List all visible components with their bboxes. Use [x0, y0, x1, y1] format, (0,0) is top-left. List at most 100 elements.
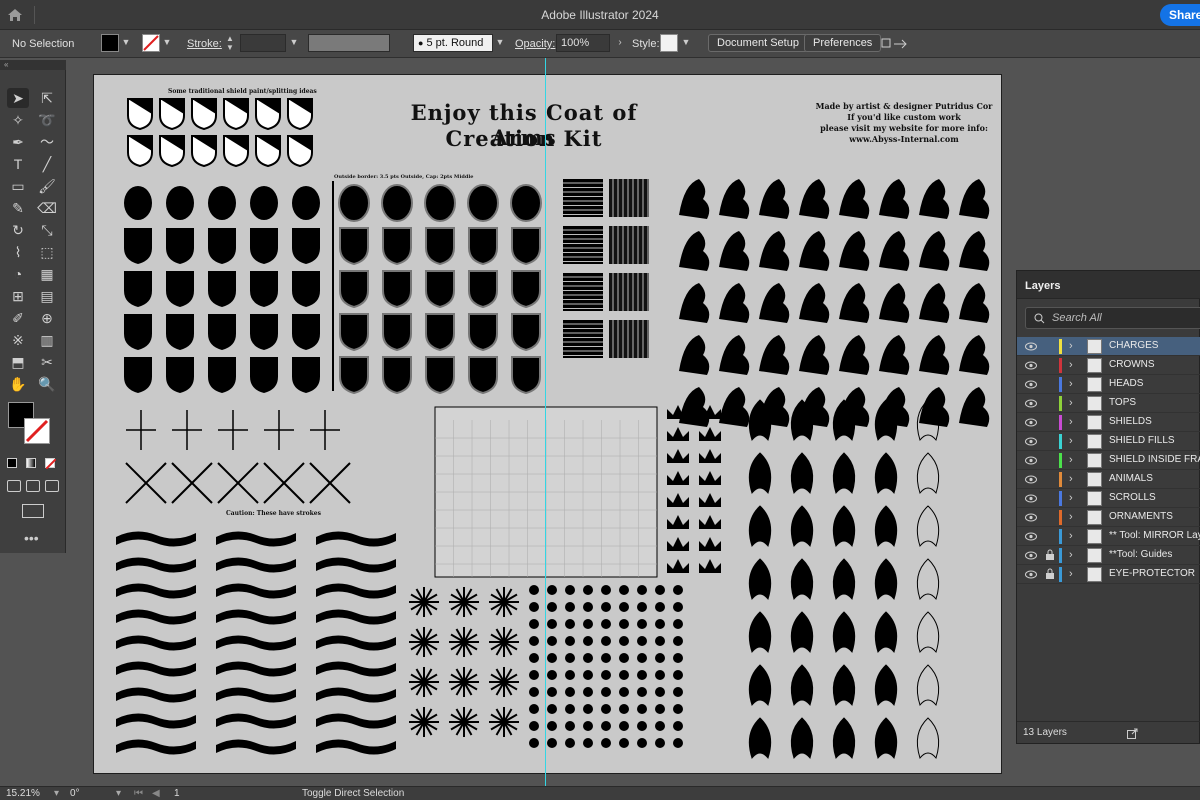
stepper-icon[interactable]: ▲ ▼ [224, 34, 236, 52]
first-artboard-icon[interactable]: ⏮ [134, 788, 143, 799]
chevron-right-icon[interactable]: › [1069, 473, 1073, 485]
eye-icon[interactable] [1025, 436, 1037, 447]
eye-icon[interactable] [1025, 512, 1037, 523]
artboard-icon[interactable]: ⬒ [7, 352, 29, 372]
chevron-down-icon[interactable]: ▾ [116, 788, 121, 799]
chevron-right-icon[interactable]: › [1069, 511, 1073, 523]
gradient-mode-icon[interactable] [26, 458, 36, 468]
slice-icon[interactable]: ✂ [36, 352, 58, 372]
blend-icon[interactable]: ⊕ [36, 308, 58, 328]
draw-behind-icon[interactable] [26, 480, 40, 492]
stroke-color-box[interactable] [24, 418, 50, 444]
perspective-icon[interactable]: ▦ [36, 264, 58, 284]
shaper-icon[interactable]: ✎ [7, 198, 29, 218]
layer-row[interactable]: › ** Tool: MIRROR Layer [1017, 527, 1200, 546]
variable-width-profile[interactable] [308, 34, 390, 52]
layer-row[interactable]: › TOPS [1017, 394, 1200, 413]
stroke-weight-input[interactable] [240, 34, 286, 52]
pen-icon[interactable]: ✒ [7, 132, 29, 152]
type-icon[interactable]: T [7, 154, 29, 174]
magic-wand-icon[interactable]: ✧ [7, 110, 29, 130]
brush-definition[interactable]: ● 5 pt. Round [413, 34, 493, 52]
eye-icon[interactable] [1025, 360, 1037, 371]
line-icon[interactable]: ╱ [36, 154, 58, 174]
selection-tool-icon[interactable]: ➤ [7, 88, 29, 108]
rotation-value[interactable]: 0° [70, 788, 80, 799]
more-tools-icon[interactable]: ••• [24, 530, 39, 546]
zoom-level[interactable]: 15.21% [6, 788, 40, 799]
chevron-right-icon[interactable]: › [1069, 492, 1073, 504]
graph-icon[interactable]: ▥ [36, 330, 58, 350]
gradient-icon[interactable]: ▤ [36, 286, 58, 306]
eraser-icon[interactable]: ⌫ [36, 198, 58, 218]
screen-mode-icon[interactable] [22, 504, 44, 518]
layer-row[interactable]: › SHIELDS [1017, 413, 1200, 432]
eye-icon[interactable] [1025, 550, 1037, 561]
chevron-right-icon[interactable]: › [1069, 378, 1073, 390]
artboard[interactable]: Some traditional shield paint/splitting … [93, 74, 1002, 774]
chevron-right-icon[interactable]: › [1069, 435, 1073, 447]
preferences-button[interactable]: Preferences [804, 34, 882, 52]
chevron-right-icon[interactable]: › [1069, 397, 1073, 409]
lasso-icon[interactable]: ➰ [36, 110, 58, 130]
layer-row[interactable]: › **Tool: Guides [1017, 546, 1200, 565]
layers-tab[interactable]: Layers [1025, 280, 1060, 292]
lock-icon[interactable] [1045, 568, 1055, 580]
scale-icon[interactable]: ⤡ [36, 220, 58, 240]
eye-icon[interactable] [1025, 531, 1037, 542]
chevron-right-icon[interactable]: › [1069, 416, 1073, 428]
eye-icon[interactable] [1025, 474, 1037, 485]
chevron-right-icon[interactable]: › [614, 34, 626, 52]
direct-selection-tool-icon[interactable]: ⇱ [36, 88, 58, 108]
chevron-right-icon[interactable]: › [1069, 568, 1073, 580]
layer-row[interactable]: › CHARGES [1017, 337, 1200, 356]
zoom-icon[interactable]: 🔍 [36, 374, 58, 394]
layer-row[interactable]: › ORNAMENTS [1017, 508, 1200, 527]
chevron-right-icon[interactable]: › [1069, 549, 1073, 561]
artboard-number[interactable]: 1 [174, 788, 180, 799]
chevron-right-icon[interactable]: › [1069, 454, 1073, 466]
paintbrush-icon[interactable]: 🖌 [36, 176, 58, 196]
graphic-style-swatch[interactable] [660, 34, 678, 52]
free-transform-icon[interactable]: ⬚ [36, 242, 58, 262]
eye-icon[interactable] [1025, 493, 1037, 504]
eye-icon[interactable] [1025, 398, 1037, 409]
chevron-down-icon[interactable]: ▼ [120, 34, 132, 52]
document-setup-button[interactable]: Document Setup [708, 34, 808, 52]
eyedropper-icon[interactable]: ✐ [7, 308, 29, 328]
opacity-input[interactable]: 100% [556, 34, 610, 52]
draw-inside-icon[interactable] [45, 480, 59, 492]
chevron-down-icon[interactable]: ▾ [54, 788, 59, 799]
shape-builder-icon[interactable]: ◔ [7, 264, 29, 284]
rectangle-icon[interactable]: ▭ [7, 176, 29, 196]
eye-icon[interactable] [1025, 569, 1037, 580]
chevron-right-icon[interactable]: › [1069, 340, 1073, 352]
fill-swatch[interactable] [101, 34, 119, 52]
panel-collapse-icon[interactable]: « [0, 60, 66, 70]
chevron-down-icon[interactable]: ▼ [494, 34, 506, 52]
layer-row[interactable]: › EYE-PROTECTOR [1017, 565, 1200, 584]
layers-search-input[interactable]: Search All [1025, 307, 1200, 329]
lock-icon[interactable] [1045, 549, 1055, 561]
layer-row[interactable]: › HEADS [1017, 375, 1200, 394]
chevron-down-icon[interactable]: ▼ [288, 34, 300, 52]
chevron-down-icon[interactable]: ▼ [680, 34, 692, 52]
none-mode-icon[interactable] [45, 458, 57, 470]
hand-icon[interactable]: ✋ [7, 374, 29, 394]
layer-row[interactable]: › SCROLLS [1017, 489, 1200, 508]
previous-artboard-icon[interactable]: ◀ [152, 788, 160, 799]
layer-row[interactable]: › SHIELD INSIDE FRAME [1017, 451, 1200, 470]
curvature-icon[interactable]: 〜 [36, 132, 58, 152]
eye-icon[interactable] [1025, 379, 1037, 390]
transform-icon[interactable] [880, 36, 910, 52]
export-icon[interactable] [1127, 728, 1138, 739]
eye-icon[interactable] [1025, 341, 1037, 352]
stroke-swatch[interactable] [142, 34, 160, 52]
symbol-sprayer-icon[interactable]: ※ [7, 330, 29, 350]
eye-icon[interactable] [1025, 417, 1037, 428]
layer-row[interactable]: › CROWNS [1017, 356, 1200, 375]
layer-row[interactable]: › ANIMALS [1017, 470, 1200, 489]
mesh-icon[interactable]: ⊞ [7, 286, 29, 306]
warp-icon[interactable]: ⌇ [7, 242, 29, 262]
color-mode-icon[interactable] [7, 458, 17, 468]
